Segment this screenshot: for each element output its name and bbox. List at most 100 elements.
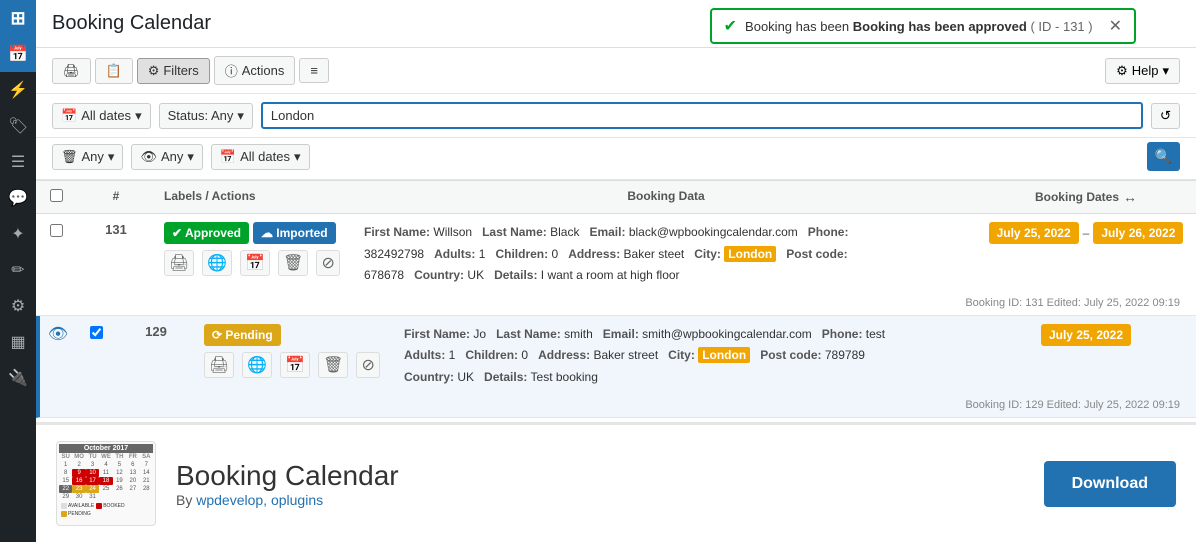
logo-icon: ⊞ bbox=[10, 8, 25, 29]
dates2-filter[interactable]: 📅 All dates ▾ bbox=[211, 144, 310, 170]
row1-details-line: 382492798 Adults: 1 Children: 0 Address:… bbox=[364, 244, 968, 266]
calendar-icon-row2[interactable]: 📅 bbox=[280, 352, 310, 378]
row2-country-line: Country: UK Details: Test booking bbox=[404, 367, 968, 389]
sidebar-logo[interactable]: ⊞ bbox=[0, 0, 36, 36]
row1-date-end: July 26, 2022 bbox=[1093, 222, 1183, 244]
sidebar-item-plugin[interactable]: 🔌 bbox=[0, 360, 36, 396]
chevron-icon-3: ▾ bbox=[294, 149, 301, 165]
block-icon-row2[interactable]: ⊘ bbox=[356, 352, 379, 378]
row2-checkbox-cell bbox=[76, 316, 116, 397]
row2-labels: ⟳ Pending 🖨 🌐 📅 🗑 ⊘ bbox=[196, 316, 396, 397]
row2-action-icons: 🖨 🌐 📅 🗑 ⊘ bbox=[204, 352, 388, 378]
circle-icon: ⓘ bbox=[225, 61, 238, 80]
eye-filter[interactable]: 👁 Any ▾ bbox=[131, 144, 202, 170]
row2-checkbox[interactable] bbox=[90, 326, 103, 339]
row1-address-line: 678678 Country: UK Details: I want a roo… bbox=[364, 265, 968, 287]
chevron-down-icon-status: ▾ bbox=[237, 108, 244, 124]
topbar: Booking Calendar ✔ Booking has been Book… bbox=[36, 0, 1196, 48]
print-icon-row2[interactable]: 🖨 bbox=[204, 352, 234, 378]
row1-data: First Name: Willson Last Name: Black Ema… bbox=[356, 214, 976, 295]
filter-icon: ⚙ bbox=[148, 63, 160, 79]
col-labels-header: Labels / Actions bbox=[156, 181, 356, 213]
row1-id: 131 bbox=[76, 214, 156, 295]
sidebar-item-calendar[interactable]: 📅 bbox=[0, 36, 36, 72]
sidebar-item-list[interactable]: ☰ bbox=[0, 144, 36, 180]
row2-badges: ⟳ Pending bbox=[204, 324, 388, 346]
table-header: # Labels / Actions Booking Data Booking … bbox=[36, 180, 1196, 214]
col-id-header: # bbox=[76, 181, 156, 213]
print-icon: 🖨 bbox=[63, 63, 80, 79]
export-button[interactable]: 📋 bbox=[95, 58, 133, 84]
imported-badge: ☁ Imported bbox=[253, 222, 336, 244]
row1-meta: Booking ID: 131 Edited: July 25, 2022 09… bbox=[36, 295, 1196, 315]
plugin-author-link[interactable]: wpdevelop, oplugins bbox=[196, 492, 323, 508]
sidebar-item-wand[interactable]: ✦ bbox=[0, 216, 36, 252]
trash-filter[interactable]: 🗑 Any ▾ bbox=[52, 144, 123, 170]
sidebar-item-settings[interactable]: ⚙ bbox=[0, 288, 36, 324]
sidebar-item-tag[interactable]: 🏷 bbox=[0, 108, 36, 144]
search-input[interactable] bbox=[261, 102, 1143, 129]
print-button[interactable]: 🖨 bbox=[52, 58, 91, 84]
notification-bar: ✔ Booking has been Booking has been appr… bbox=[710, 8, 1136, 44]
row2-data: First Name: Jo Last Name: smith Email: s… bbox=[396, 316, 976, 397]
sidebar: ⊞ 📅 ⚡ 🏷 ☰ 💬 ✦ ✏ ⚙ ▦ 🔌 bbox=[0, 0, 36, 542]
plugin-info: Booking Calendar By wpdevelop, oplugins bbox=[176, 460, 1024, 508]
col-dates-header: Booking Dates ↔ bbox=[976, 181, 1196, 213]
row1-action-icons: 🖨 🌐 📅 🗑 ⊘ bbox=[164, 250, 348, 276]
col-checkbox bbox=[36, 181, 76, 213]
sliders-icon: ≡ bbox=[310, 63, 318, 78]
pending-badge: ⟳ Pending bbox=[204, 324, 281, 346]
print-icon-row1[interactable]: 🖨 bbox=[164, 250, 194, 276]
filters-button[interactable]: ⚙ Filters bbox=[137, 58, 210, 84]
delete-icon-row2[interactable]: 🗑 bbox=[318, 352, 348, 378]
status-filter[interactable]: Status: Any ▾ bbox=[159, 103, 253, 129]
expand-icon: ↔ bbox=[1123, 189, 1137, 205]
row2-details-line: Adults: 1 Children: 0 Address: Baker str… bbox=[404, 345, 968, 367]
calendar-icon: 📅 bbox=[61, 108, 77, 124]
filters-row-2: 🗑 Any ▾ 👁 Any ▾ 📅 All dates ▾ 🔍 bbox=[36, 138, 1196, 180]
row2-date-start: July 25, 2022 bbox=[1041, 324, 1131, 346]
chevron-icon-2: ▾ bbox=[187, 149, 194, 165]
filters-row-1: 📅 All dates ▾ Status: Any ▾ ↺ bbox=[36, 94, 1196, 138]
select-all-checkbox[interactable] bbox=[50, 189, 63, 202]
web-icon-row1[interactable]: 🌐 bbox=[202, 250, 232, 276]
download-button[interactable]: Download bbox=[1044, 461, 1176, 507]
col-data-header: Booking Data bbox=[356, 181, 976, 213]
row1-checkbox-cell bbox=[36, 214, 76, 295]
search-icon: 🔍 bbox=[1155, 148, 1172, 164]
bottom-plugin-section: October 2017 SU MO TU WE TH FR SA 1 2 3 … bbox=[36, 422, 1196, 542]
row1-checkbox[interactable] bbox=[50, 224, 63, 237]
row2-id: 129 bbox=[116, 316, 196, 397]
plugin-thumbnail: October 2017 SU MO TU WE TH FR SA 1 2 3 … bbox=[56, 441, 156, 526]
admin-panel: 🖨 📋 ⚙ Filters ⓘ Actions ≡ ⚙ Help ▾ bbox=[36, 48, 1196, 422]
eye-icon: 👁 bbox=[140, 149, 157, 165]
web-icon-row2[interactable]: 🌐 bbox=[242, 352, 272, 378]
actions-button[interactable]: ⓘ Actions bbox=[214, 56, 296, 85]
row2-name-line: First Name: Jo Last Name: smith Email: s… bbox=[404, 324, 968, 346]
sidebar-item-pencil[interactable]: ✏ bbox=[0, 252, 36, 288]
refresh-button[interactable]: ↺ bbox=[1151, 103, 1180, 129]
main-content: Booking Calendar ✔ Booking has been Book… bbox=[36, 0, 1196, 542]
help-chevron-icon: ▾ bbox=[1162, 63, 1169, 79]
sidebar-item-comment[interactable]: 💬 bbox=[0, 180, 36, 216]
sidebar-item-dashboard[interactable]: ⚡ bbox=[0, 72, 36, 108]
notification-close-icon[interactable]: ✕ bbox=[1109, 16, 1122, 36]
row2-dates: July 25, 2022 bbox=[976, 316, 1196, 397]
row1-date-start: July 25, 2022 bbox=[989, 222, 1079, 244]
calendar-icon-row1[interactable]: 📅 bbox=[240, 250, 270, 276]
sidebar-item-blocks[interactable]: ▦ bbox=[0, 324, 36, 360]
block-icon-row1[interactable]: ⊘ bbox=[316, 250, 339, 276]
row1-name-line: First Name: Willson Last Name: Black Ema… bbox=[364, 222, 968, 244]
approved-badge: ✔ Approved bbox=[164, 222, 249, 244]
calendar-icon-2: 📅 bbox=[220, 149, 236, 165]
plugin-author: By wpdevelop, oplugins bbox=[176, 492, 1024, 508]
table-row: 👁 129 ⟳ Pending 🖨 🌐 📅 🗑 bbox=[36, 316, 1196, 418]
search-button[interactable]: 🔍 bbox=[1147, 142, 1180, 171]
plugin-title: Booking Calendar bbox=[176, 460, 1024, 492]
dates-filter[interactable]: 📅 All dates ▾ bbox=[52, 103, 151, 129]
row1-date-range: July 25, 2022 – July 26, 2022 bbox=[989, 222, 1184, 244]
table-row: 131 ✔ Approved ☁ Imported 🖨 🌐 📅 🗑 ⊘ bbox=[36, 214, 1196, 316]
help-button[interactable]: ⚙ Help ▾ bbox=[1105, 58, 1180, 84]
delete-icon-row1[interactable]: 🗑 bbox=[278, 250, 308, 276]
settings-button[interactable]: ≡ bbox=[299, 58, 329, 83]
